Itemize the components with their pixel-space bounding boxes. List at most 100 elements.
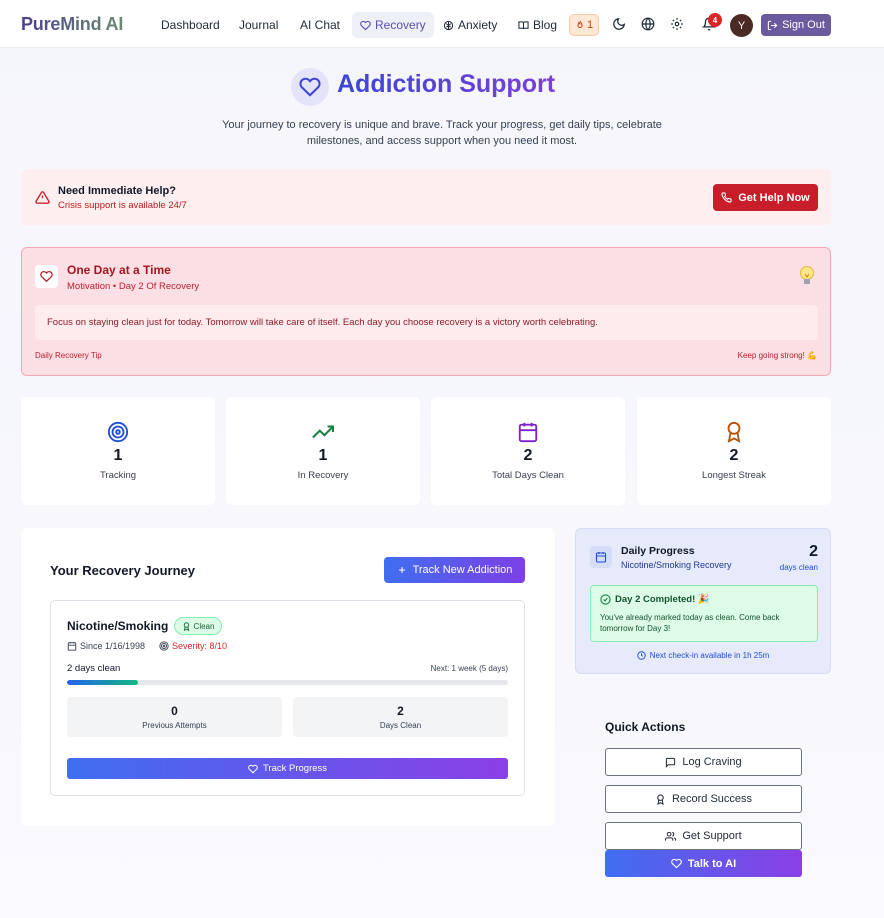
page-title: Addiction Support <box>337 70 556 98</box>
award-icon <box>182 621 191 631</box>
record-success-label: Record Success <box>671 793 753 805</box>
stat-label: Longest Streak <box>702 470 766 481</box>
heart-icon <box>35 265 58 288</box>
daily-progress-subtitle: Nicotine/Smoking Recovery <box>621 560 732 570</box>
nav-blog[interactable]: Blog <box>510 12 565 38</box>
day-completed-message: You've already marked today as clean. Co… <box>600 613 780 633</box>
motivation-footer-right: Keep going strong! 💪 <box>737 351 817 360</box>
message-square-icon <box>665 757 676 768</box>
get-help-label: Get Help Now <box>738 191 810 204</box>
journey-title: Your Recovery Journey <box>50 563 195 578</box>
heart-icon <box>248 764 258 774</box>
nav-dashboard[interactable]: Dashboard <box>153 12 228 38</box>
help-subtitle: Crisis support is available 24/7 <box>58 200 187 211</box>
stat-value: 2 <box>523 447 533 464</box>
notification-badge: 4 <box>708 13 722 27</box>
sign-out-button[interactable]: Sign Out <box>761 14 831 36</box>
talk-to-ai-label: Talk to AI <box>687 857 737 870</box>
stat-card-total-days-clean: 2 Total Days Clean <box>431 397 625 505</box>
record-success-button[interactable]: Record Success <box>605 785 802 813</box>
progress-bar <box>67 680 508 685</box>
nav-journal[interactable]: Journal <box>231 12 286 38</box>
days-clean-count: 2 <box>809 543 818 560</box>
nav-ai-chat[interactable]: AI Chat <box>292 12 348 38</box>
track-progress-button[interactable]: Track Progress <box>67 758 508 779</box>
motivation-footer-left: Daily Recovery Tip <box>35 351 102 360</box>
next-checkin: Next check-in available in 1h 25m <box>576 651 830 660</box>
severity: Severity: 8/10 <box>159 641 227 651</box>
get-help-button[interactable]: Get Help Now <box>713 184 818 211</box>
trending-up-icon <box>312 421 334 443</box>
nav-recovery-label: Recovery <box>375 18 426 32</box>
stat-card-longest-streak: 2 Longest Streak <box>637 397 831 505</box>
talk-to-ai-button[interactable]: Talk to AI <box>605 850 802 877</box>
clock-icon <box>636 651 646 660</box>
quick-actions-title: Quick Actions <box>605 720 686 734</box>
nav-anxiety-label: Anxiety <box>458 18 498 32</box>
stat-card-in-recovery: 1 In Recovery <box>226 397 420 505</box>
help-title: Need Immediate Help? <box>58 185 176 197</box>
nav-anxiety[interactable]: Anxiety <box>435 12 505 38</box>
next-milestone: Next: 1 week (5 days) <box>430 664 508 673</box>
plus-icon <box>397 565 407 575</box>
nav-journal-label: Journal <box>239 18 279 32</box>
heart-icon <box>671 858 682 869</box>
day-completed-title: Day 2 Completed! 🎉 <box>600 594 710 605</box>
days-clean-box: 2 Days Clean <box>293 697 508 737</box>
users-icon <box>665 831 677 842</box>
day-completed-box: Day 2 Completed! 🎉 You've already marked… <box>590 585 818 642</box>
motivation-message: Focus on staying clean just for today. T… <box>35 305 818 340</box>
daily-progress-card: Daily Progress Nicotine/Smoking Recovery… <box>575 528 831 674</box>
previous-attempts-box: 0 Previous Attempts <box>67 697 282 737</box>
heart-icon <box>360 20 371 31</box>
book-icon <box>518 20 529 31</box>
moon-icon[interactable] <box>612 17 628 33</box>
flame-icon <box>575 20 585 30</box>
brain-icon <box>443 20 454 31</box>
next-checkin-label: Next check-in available in 1h 25m <box>649 651 770 660</box>
globe-icon[interactable] <box>641 17 657 33</box>
streak-count: 1 <box>586 19 594 31</box>
sign-out-label: Sign Out <box>782 19 825 31</box>
target-icon <box>107 421 129 443</box>
days-clean-value: 2 <box>397 704 404 718</box>
avatar[interactable]: Y <box>730 14 753 37</box>
since-date: Since 1/16/1998 <box>67 641 145 651</box>
get-support-button[interactable]: Get Support <box>605 822 802 850</box>
streak-badge[interactable]: 1 <box>569 14 599 36</box>
nav-recovery[interactable]: Recovery <box>352 12 434 38</box>
stat-value: 2 <box>729 447 739 464</box>
calendar-icon <box>590 546 612 568</box>
recovery-journey-panel: Your Recovery Journey Track New Addictio… <box>21 528 555 826</box>
status-badge-label: Clean <box>193 621 215 631</box>
severity-label: Severity: 8/10 <box>172 641 228 651</box>
previous-attempts-label: Previous Attempts <box>142 721 207 730</box>
log-out-icon <box>767 20 778 31</box>
stat-value: 1 <box>113 447 123 464</box>
target-icon <box>159 641 169 651</box>
status-badge: Clean <box>174 617 222 635</box>
stat-label: In Recovery <box>297 470 349 481</box>
days-clean-label: Days Clean <box>379 721 422 730</box>
nav-blog-label: Blog <box>533 18 558 32</box>
day-completed-title-text: Day 2 Completed! 🎉 <box>615 594 710 605</box>
addiction-card: Nicotine/Smoking Clean Since 1/16/1998 S… <box>50 600 525 796</box>
award-icon <box>723 421 745 443</box>
progress-bar-fill <box>67 680 138 685</box>
calendar-icon <box>67 641 77 651</box>
nav-ai-chat-label: AI Chat <box>300 18 341 32</box>
stat-label: Total Days Clean <box>492 470 564 481</box>
lightbulb-icon <box>798 265 816 287</box>
stat-label: Tracking <box>99 470 137 481</box>
motivation-title: One Day at a Time <box>67 263 171 277</box>
nav-dashboard-label: Dashboard <box>161 18 220 32</box>
page-subtitle: Your journey to recovery is unique and b… <box>222 119 662 147</box>
track-new-addiction-button[interactable]: Track New Addiction <box>384 557 525 583</box>
brand-logo[interactable]: PureMind AI <box>21 14 123 35</box>
gear-icon[interactable] <box>670 17 686 33</box>
check-circle-icon <box>600 594 611 605</box>
log-craving-button[interactable]: Log Craving <box>605 748 802 776</box>
help-banner: Need Immediate Help? Crisis support is a… <box>21 169 831 225</box>
calendar-icon <box>517 421 539 443</box>
hero-heart-icon <box>291 68 329 106</box>
